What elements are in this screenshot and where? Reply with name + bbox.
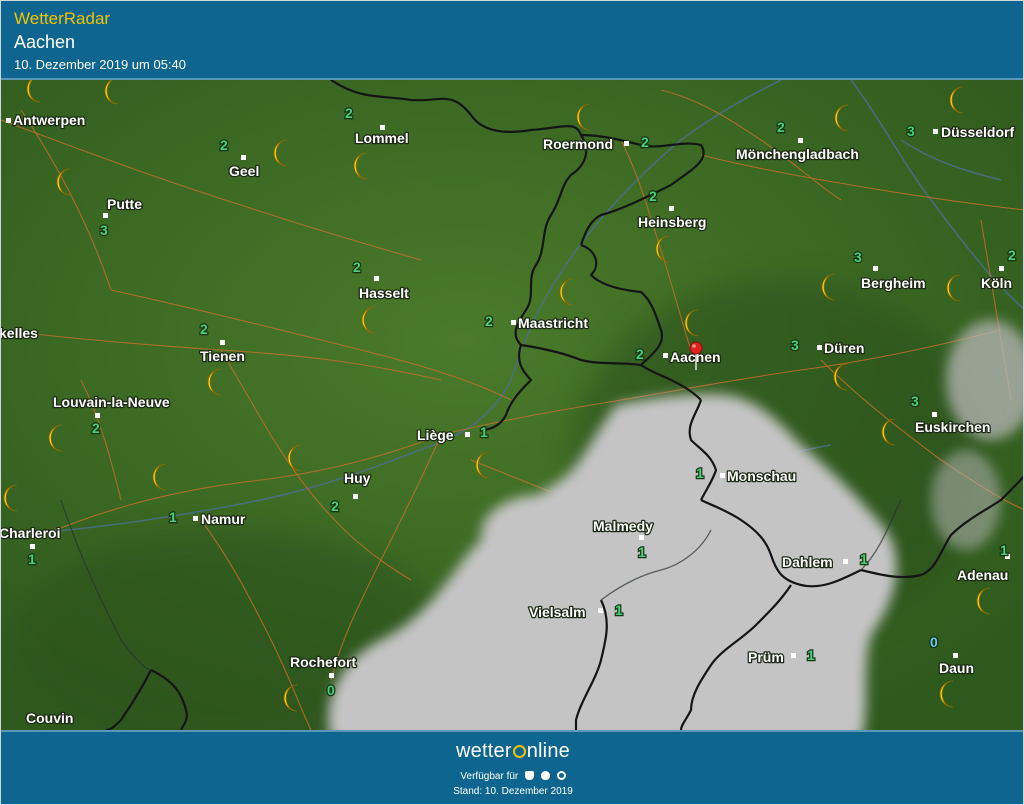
city-label: Bergheim <box>861 275 926 291</box>
city-label: Tienen <box>200 348 245 364</box>
android-icon[interactable] <box>525 771 535 780</box>
city-label: Couvin <box>26 710 73 726</box>
city-label: Prüm <box>748 649 784 665</box>
map-canvas: Antwerpen Lommel Roermond Mönchengladbac… <box>1 80 1023 730</box>
wind-value: 3 <box>854 249 862 265</box>
wind-value: 2 <box>353 259 361 275</box>
wind-value: 3 <box>100 222 108 238</box>
app-title: WetterRadar <box>14 9 111 28</box>
wind-value: 1 <box>615 602 623 618</box>
wind-value: 3 <box>791 337 799 353</box>
header-bar: WetterRadar Aachen 10. Dezember 2019 um … <box>1 1 1023 80</box>
city-label: Antwerpen <box>13 112 85 128</box>
wind-value: 1 <box>169 509 177 525</box>
city-label: Liège <box>417 427 454 443</box>
city-label: Daun <box>939 660 974 676</box>
city-label: Adenau <box>957 567 1008 583</box>
city-label: Geel <box>229 163 259 179</box>
wind-value: 2 <box>485 313 493 329</box>
city-label: Düsseldorf <box>941 124 1014 140</box>
wind-value: 2 <box>220 137 228 153</box>
radar-map[interactable]: Antwerpen Lommel Roermond Mönchengladbac… <box>1 80 1023 730</box>
city-label: Huy <box>344 470 371 486</box>
precipitation-patch <box>931 450 1001 550</box>
wind-value: 1 <box>696 465 704 481</box>
apple-icon[interactable] <box>540 771 550 780</box>
wind-value: 3 <box>911 393 919 409</box>
available-label: Verfügbar für <box>460 771 519 782</box>
brand-logo[interactable]: wetter nline <box>1 740 1023 763</box>
wind-value: 0 <box>930 634 938 650</box>
wind-value: 0 <box>327 682 335 698</box>
city-label: Mönchengladbach <box>736 146 859 162</box>
city-label: Namur <box>201 511 246 527</box>
radar-frame: WetterRadar Aachen 10. Dezember 2019 um … <box>0 0 1024 805</box>
availability-line: Verfügbar für <box>1 771 1023 782</box>
windows-icon[interactable] <box>556 771 566 780</box>
city-label: Maastricht <box>518 315 588 331</box>
city-label: Rochefort <box>290 654 356 670</box>
wind-value: 2 <box>92 420 100 436</box>
city-label: Malmedy <box>593 518 653 534</box>
wind-value: 2 <box>777 119 785 135</box>
city-label: Dahlem <box>782 554 833 570</box>
city-label: Heinsberg <box>638 214 706 230</box>
city-label: Lommel <box>355 130 409 146</box>
wind-value: 2 <box>200 321 208 337</box>
city-label: Putte <box>107 196 142 212</box>
wind-value: 1 <box>860 551 868 567</box>
wind-value: 1 <box>28 551 36 567</box>
brand-o-icon <box>512 745 526 758</box>
city-label: Hasselt <box>359 285 409 301</box>
wind-value: 1 <box>638 544 646 560</box>
timestamp: 10. Dezember 2019 um 05:40 <box>14 57 186 72</box>
city-label: Roermond <box>543 136 613 152</box>
wind-value: 3 <box>907 123 915 139</box>
city-label: Euskirchen <box>915 419 990 435</box>
city-label: Düren <box>824 340 864 356</box>
wind-value: 2 <box>331 498 339 514</box>
footer-bar: wetter nline Verfügbar für Stand: 10. Dez… <box>1 730 1023 804</box>
wind-value: 1 <box>807 647 815 663</box>
city-label: Charleroi <box>1 525 60 541</box>
location-title: Aachen <box>14 32 76 52</box>
wind-value: 1 <box>480 424 488 440</box>
wind-value: 2 <box>636 346 644 362</box>
city-label: kelles <box>1 325 38 341</box>
city-label: Vielsalm <box>529 604 586 620</box>
brand-suffix: nline <box>526 740 570 762</box>
wind-value: 1 <box>1000 542 1008 558</box>
city-label: Louvain-la-Neuve <box>53 394 170 410</box>
wind-value: 2 <box>345 105 353 121</box>
wind-value: 2 <box>641 134 649 150</box>
wind-value: 2 <box>649 188 657 204</box>
city-label: Monschau <box>727 468 796 484</box>
wind-value: 2 <box>1008 247 1016 263</box>
stand-date: Stand: 10. Dezember 2019 <box>453 786 573 797</box>
brand-prefix: wetter <box>456 740 512 762</box>
city-label: Köln <box>981 275 1012 291</box>
